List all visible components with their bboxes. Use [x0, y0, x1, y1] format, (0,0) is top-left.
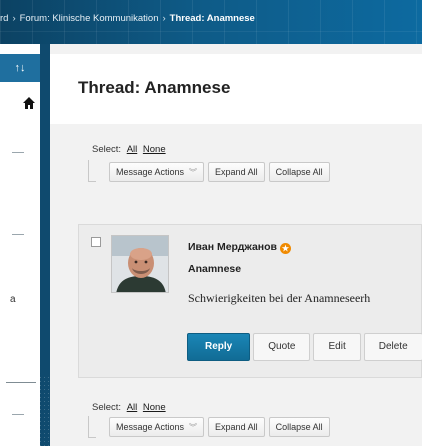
message-body: Schwierigkeiten bei der Anamneseerh: [188, 291, 371, 305]
select-all-link[interactable]: All: [127, 402, 138, 413]
content-panel: Thread: Anamnese Select: All None Messag…: [50, 44, 422, 446]
message-actions: Reply Quote Edit Delete: [187, 333, 422, 361]
message-checkbox[interactable]: [91, 237, 101, 247]
select-row-bottom: Select: All None: [92, 402, 166, 413]
star-badge-icon: ★: [280, 243, 291, 254]
page-title: Thread: Anamnese: [78, 78, 231, 97]
author-name: Иван Мерджанов: [188, 241, 277, 253]
breadcrumb-separator: ›: [162, 13, 166, 24]
chevron-down-icon: ︾: [189, 423, 198, 432]
breadcrumb-separator: ›: [12, 13, 16, 24]
home-icon[interactable]: [22, 96, 36, 110]
menu-edge: [40, 44, 50, 446]
select-label: Select:: [92, 144, 122, 155]
chevron-down-icon: ︾: [189, 168, 198, 177]
expand-all-button[interactable]: Expand All: [208, 162, 265, 182]
toolbar-top: Message Actions ︾ Expand All Collapse All: [109, 162, 330, 182]
course-menu: ↑↓ a: [0, 44, 40, 446]
message-author[interactable]: Иван Мерджанов ★: [188, 241, 291, 254]
avatar-photo: [112, 236, 168, 292]
collapse-all-button[interactable]: Collapse All: [268, 162, 330, 182]
breadcrumb-item-current: Thread: Anamnese: [169, 13, 255, 24]
breadcrumb-item-course[interactable]: rd: [0, 13, 8, 24]
menu-edge-pattern: [40, 374, 50, 446]
select-label: Select:: [92, 402, 122, 413]
breadcrumb-item-forum[interactable]: Forum: Klinische Kommunikation: [20, 13, 159, 24]
toolbar-bracket: [88, 160, 96, 182]
message-actions-label: Message Actions: [116, 167, 185, 177]
select-all-link[interactable]: All: [127, 144, 138, 155]
menu-item[interactable]: a: [10, 294, 16, 305]
toolbar-bracket: [88, 416, 96, 438]
expand-all-button[interactable]: Expand All: [208, 417, 265, 437]
breadcrumb: rd › Forum: Klinische Kommunikation › Thread…: [0, 13, 255, 24]
menu-divider: [12, 152, 24, 153]
message-subject: Anamnese: [188, 263, 242, 275]
message-actions-label: Message Actions: [116, 422, 185, 432]
toolbar-bottom: Message Actions ︾ Expand All Collapse All: [109, 417, 330, 437]
select-row-top: Select: All None: [92, 144, 166, 155]
avatar: [111, 235, 169, 293]
select-none-link[interactable]: None: [143, 402, 166, 413]
menu-divider: [12, 234, 24, 235]
collapse-all-button[interactable]: Collapse All: [268, 417, 330, 437]
edit-button[interactable]: Edit: [313, 333, 361, 361]
sort-toggle-button[interactable]: ↑↓: [0, 54, 40, 82]
delete-button[interactable]: Delete: [363, 333, 422, 361]
menu-divider: [12, 414, 24, 415]
reply-button[interactable]: Reply: [187, 333, 251, 361]
quote-button[interactable]: Quote: [253, 333, 311, 361]
message-actions-button[interactable]: Message Actions ︾: [109, 417, 205, 437]
message-card: Иван Мерджанов ★ Anamnese Schwierigkeiten…: [78, 224, 422, 378]
top-navigation-bar: rd › Forum: Klinische Kommunikation › Thread…: [0, 0, 422, 44]
select-none-link[interactable]: None: [143, 144, 166, 155]
message-actions-button[interactable]: Message Actions ︾: [109, 162, 205, 182]
menu-divider: [6, 382, 36, 383]
